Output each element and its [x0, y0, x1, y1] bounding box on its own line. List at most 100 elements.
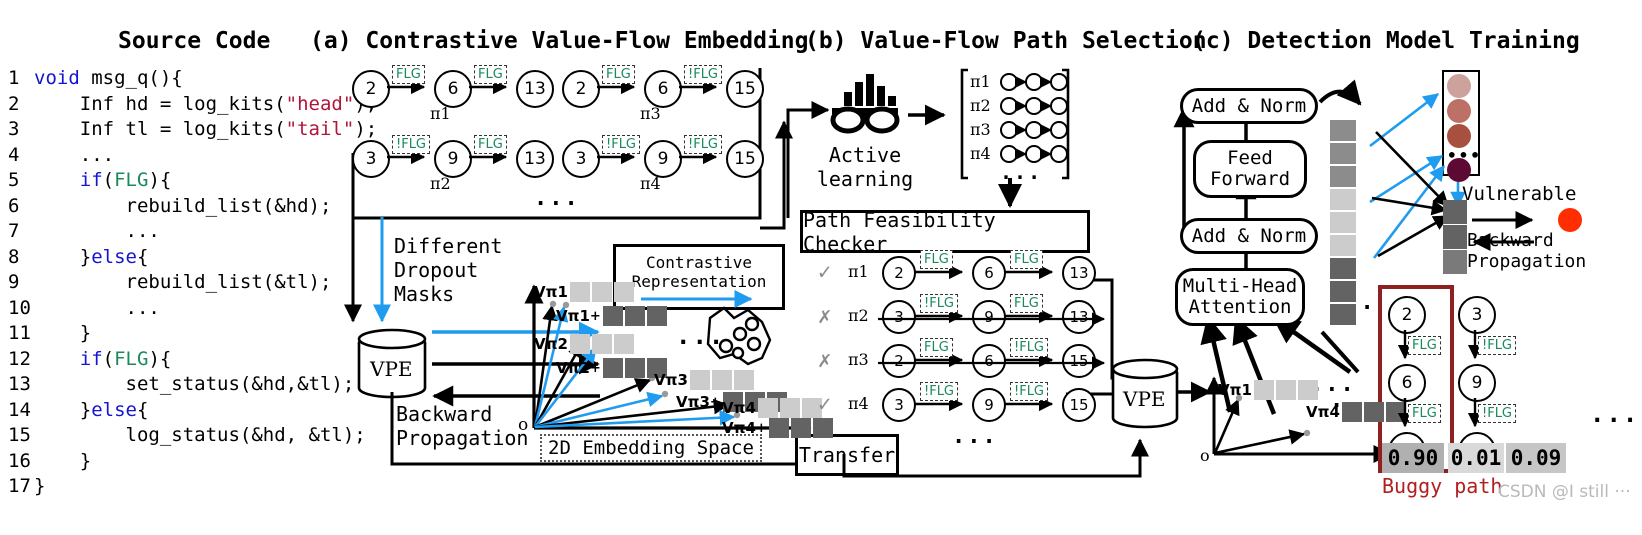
flag-condition: FLG [1010, 250, 1043, 269]
candidate-path-id: π1 [970, 72, 991, 91]
code-line: 15 log_status(&hd, &tl); [8, 423, 366, 449]
path-score: 0.90 [1382, 443, 1444, 473]
checker-to-active-learning-line [786, 101, 830, 218]
result-path-id: π3 [848, 350, 869, 369]
embedding-vector-label: Vπ4 [1306, 403, 1340, 421]
embedding-cell [779, 398, 800, 418]
embedding-vector: Vπ3 [654, 370, 754, 390]
embedding-cell [689, 370, 710, 390]
positive-superscript: + [709, 394, 721, 410]
transformer-block-label: Add & Norm [1191, 94, 1307, 117]
result-path-node: 3 [1458, 296, 1496, 334]
embedding-space-caption: 2D Embedding Space [540, 434, 762, 462]
code-token: { [136, 398, 149, 421]
flag-condition: FLG [1408, 404, 1441, 423]
embedding-cell [569, 334, 590, 354]
path-edges [915, 264, 1054, 280]
code-line: 13 set_status(&hd,&tl); [8, 372, 354, 398]
backward-propagation-label-c: Backward Propagation [1467, 230, 1587, 272]
embedding-cell [790, 418, 811, 438]
path-edges [878, 352, 1106, 370]
line-number: 1 [8, 67, 20, 89]
embedding-vector-label: Vπ1 [534, 283, 568, 301]
path-edges [597, 79, 718, 95]
flag-condition: !FLG [684, 65, 723, 84]
positive-superscript: + [755, 420, 767, 436]
embedding-cell [602, 306, 623, 326]
embedding-cell [1275, 380, 1296, 400]
code-token: ... [125, 296, 160, 319]
path-edges [387, 149, 508, 165]
embedding-vector: Vπ2 [534, 334, 634, 354]
token-embedding-cell [1330, 304, 1356, 325]
code-token: ){ [148, 169, 172, 191]
result-path-id: π1 [848, 262, 869, 281]
code-line: 2 Inf hd = log_kits("head"); [8, 92, 377, 118]
embedding-cell [711, 370, 732, 390]
code-line: 5 if(FLG){ [8, 168, 348, 194]
line-number: 6 [8, 194, 20, 217]
embedding-vector-label: Vπ3 [654, 371, 688, 389]
code-line: 4 ... [8, 143, 348, 169]
output-vector-cell-3 [1443, 250, 1467, 274]
output-vector-cell-2 [1443, 225, 1467, 249]
code-token: } [79, 245, 92, 268]
token-embedding-cell [1330, 235, 1356, 256]
embedding-cell [1253, 380, 1274, 400]
embedding-vector: Vπ4 + [722, 418, 833, 438]
title-panel-b: (b) Value-Flow Path Selection [805, 28, 1207, 54]
embedding-cell [591, 282, 612, 302]
line-number: 11 [8, 322, 31, 344]
path-feasibility-checker-label: Path Feasibility Checker [803, 207, 996, 256]
line-number: 16 [8, 449, 31, 472]
code-token: FLG [114, 347, 149, 370]
embedding-cell [1297, 380, 1318, 400]
line-number: 5 [8, 169, 20, 191]
token-embedding-cell [1330, 258, 1356, 279]
path-id-label: π2 [430, 174, 451, 193]
line-number: 7 [8, 220, 20, 242]
title-panel-a: (a) Contrastive Value-Flow Embedding [310, 28, 809, 54]
embedding-cell [733, 370, 754, 390]
watermark-label: CSDN @I still ··· [1498, 482, 1631, 502]
code-token: else [91, 245, 137, 268]
line-number: 2 [8, 92, 20, 115]
line-number: 15 [8, 424, 31, 446]
embedding-vector-label: Vπ1 [1218, 381, 1252, 399]
line-number: 12 [8, 347, 31, 370]
token-embedding-cell [1330, 189, 1356, 210]
code-token: ( [102, 169, 115, 191]
embedding-cell [757, 398, 778, 418]
code-token: ){ [148, 347, 172, 370]
infeasible-cross-icon: ✗ [818, 304, 832, 329]
embedding-cell [613, 334, 634, 354]
transformer-block-label: Add & Norm [1191, 224, 1307, 247]
candidate-path-id: π2 [970, 96, 991, 115]
candidate-path-graph [1000, 73, 1068, 91]
result-path-id: π4 [848, 394, 869, 413]
code-token: set_status(&hd,&tl); [125, 373, 355, 395]
flag-condition: !FLG [1478, 404, 1517, 423]
embedding-vector-label: Vπ4 [722, 399, 756, 417]
candidate-path-graph [1000, 145, 1068, 163]
flag-condition: FLG [392, 65, 425, 84]
token-embedding-cell [1330, 166, 1356, 187]
active-learning-out-arrow [908, 104, 946, 126]
code-token: void [34, 67, 92, 89]
embedding-cell [624, 358, 645, 378]
embedding-vector-label: Vπ2 [556, 359, 590, 377]
code-token: } [34, 475, 46, 497]
flag-condition: FLG [1408, 336, 1441, 355]
flag-condition: !FLG [920, 294, 959, 313]
infeasible-cross-icon: ✗ [818, 348, 832, 373]
line-number: 17 [8, 475, 31, 497]
code-token: else [91, 398, 137, 421]
line-number: 10 [8, 296, 31, 319]
code-token: } [79, 398, 92, 421]
flag-condition: !FLG [920, 382, 959, 401]
code-line: 6 rebuild_list(&hd); [8, 194, 348, 220]
path-id-label: π1 [430, 104, 451, 123]
positive-superscript: + [589, 360, 601, 376]
code-line: 16 } [8, 449, 348, 475]
code-token: Inf hd = log_kits( [79, 92, 286, 115]
